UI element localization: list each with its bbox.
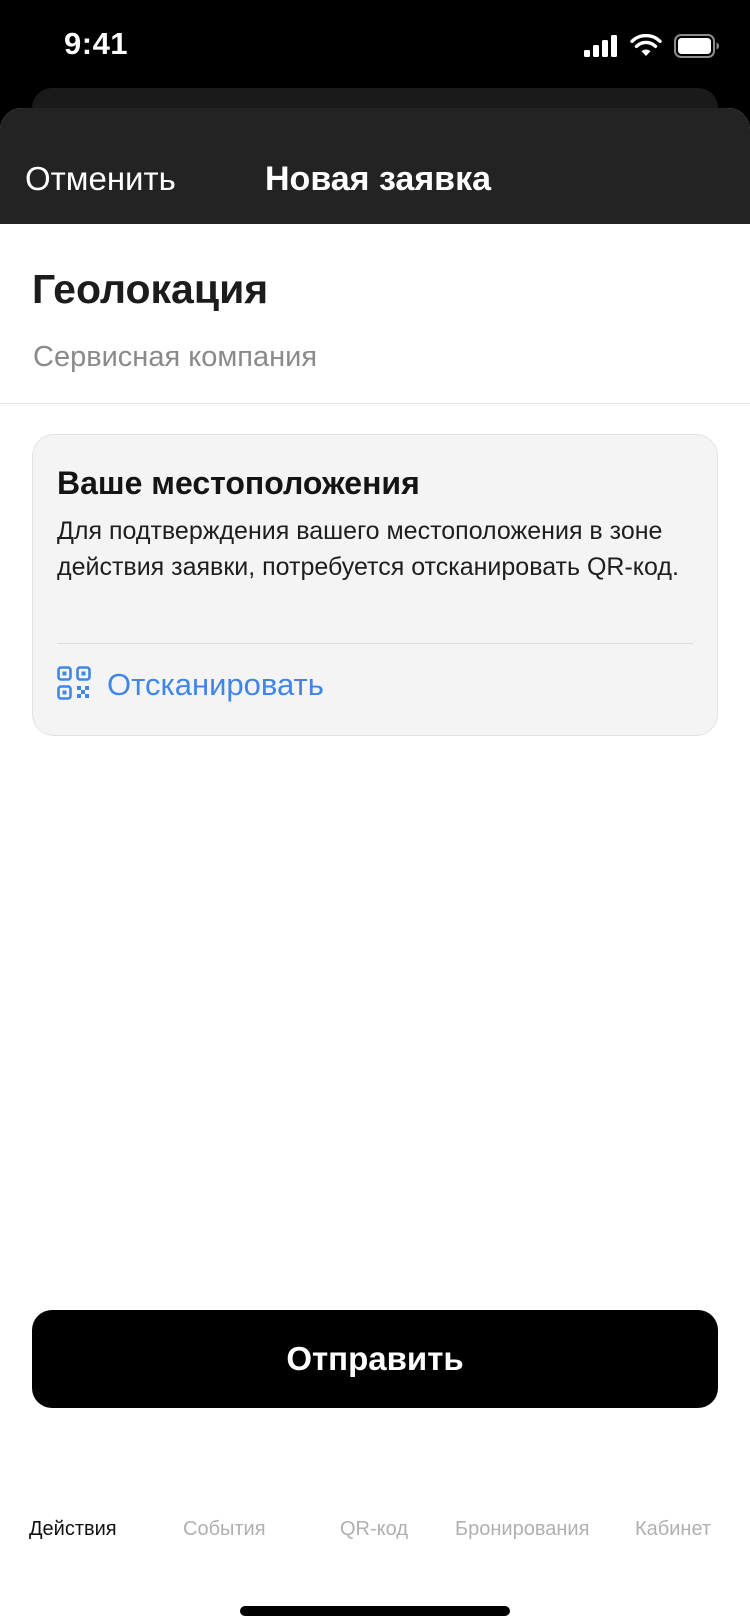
tab-bookings[interactable]: Бронирования (455, 1518, 589, 1541)
navigation-bar: Отменить Новая заявка (0, 108, 750, 224)
new-request-sheet: Отменить Новая заявка Геолокация Сервисн… (0, 108, 750, 1624)
tab-account[interactable]: Кабинет (635, 1518, 711, 1541)
app-screen: 9:41 Отменить Новая заявка Геолокация Се… (0, 0, 750, 1624)
status-time: 9:41 (64, 26, 129, 61)
location-card: Ваше местоположения Для подтверждения ва… (32, 434, 718, 736)
wifi-icon (630, 34, 662, 58)
page-title: Геолокация (32, 266, 269, 312)
section-header: Геолокация Сервисная компания (0, 224, 750, 404)
location-card-title: Ваше местоположения (57, 465, 420, 501)
tab-bar: Действия События QR-код Бронирования Каб… (0, 1518, 750, 1568)
tab-events[interactable]: События (183, 1518, 266, 1541)
page-subtitle: Сервисная компания (33, 341, 318, 373)
cancel-button[interactable]: Отменить (25, 160, 176, 198)
card-divider (57, 643, 693, 644)
scan-label: Отсканировать (107, 667, 324, 702)
home-indicator (240, 1606, 510, 1616)
location-card-description: Для подтверждения вашего местоположения … (57, 517, 679, 581)
tab-actions[interactable]: Действия (29, 1518, 117, 1541)
signal-icon (584, 35, 618, 57)
status-icons (584, 32, 720, 60)
battery-icon (674, 34, 720, 58)
nav-title: Новая заявка (265, 160, 491, 198)
tab-qr-code[interactable]: QR-код (340, 1518, 408, 1541)
qr-code-icon (57, 665, 91, 705)
scan-qr-button[interactable]: Отсканировать (57, 657, 324, 713)
status-bar: 9:41 (0, 0, 750, 92)
submit-button[interactable]: Отправить (32, 1310, 718, 1408)
